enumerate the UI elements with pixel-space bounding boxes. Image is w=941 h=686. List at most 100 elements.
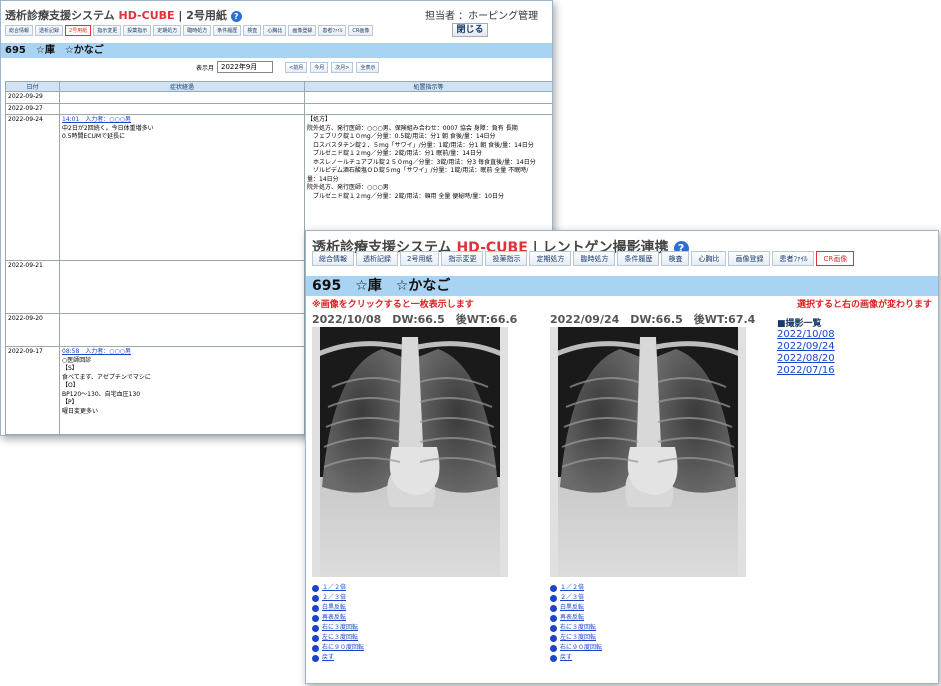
- progress-line: 中2日が2回続く。今日体重増多い: [62, 124, 154, 132]
- image-control-link[interactable]: ２／３倍: [312, 593, 364, 603]
- nav-tab[interactable]: 投薬指示: [123, 25, 152, 36]
- select-notice: 選択すると右の画像が変わります: [796, 300, 932, 310]
- table-row: 2022-09-29: [5, 91, 552, 104]
- order-line: ゾルピデム酒石酸塩ＯＤ錠５mg「サワイ」/分量：1錠/用法：眠前 全量 不眠時/: [307, 167, 529, 174]
- show-all-button[interactable]: 全表示: [356, 61, 380, 73]
- image-control-link[interactable]: ２／３倍: [550, 593, 602, 603]
- help-icon[interactable]: ?: [230, 10, 242, 22]
- nav-tab[interactable]: 画像登録: [288, 25, 317, 36]
- nav-tab[interactable]: 条件履歴: [617, 251, 660, 266]
- this-month-button[interactable]: 今月: [310, 61, 329, 73]
- nav-tab[interactable]: 指示変更: [93, 25, 122, 36]
- nav-tab[interactable]: 2号用紙: [65, 25, 92, 36]
- image-control-label: 戻す: [322, 654, 335, 661]
- nav-tab[interactable]: 指示変更: [441, 251, 484, 266]
- nav-tab[interactable]: 投薬指示: [485, 251, 528, 266]
- image-control-link[interactable]: 右に９０度回転: [550, 643, 602, 653]
- bullet-icon: [550, 604, 557, 612]
- image1-controls: １／２倍 ２／３倍白黒反転再表反転 右に３度回転 左に３度回転 右に９０度回転 戻す: [312, 583, 364, 663]
- month-input[interactable]: 2022年9月: [217, 61, 274, 73]
- image-control-link[interactable]: 右に３度回転: [550, 623, 602, 633]
- image-control-link[interactable]: 再表反転: [312, 613, 364, 623]
- nav-tab[interactable]: 検査: [661, 251, 690, 266]
- close-button[interactable]: 閉じる: [452, 23, 488, 37]
- prev-month-button[interactable]: <前月: [285, 61, 308, 73]
- nav-tab[interactable]: 臨時処方: [183, 25, 212, 36]
- image-click-notice: ※画像をクリックすると一枚表示します: [312, 300, 474, 310]
- progress-line: ○医師回診: [62, 356, 92, 364]
- row-orders: [304, 91, 552, 104]
- nav-tab[interactable]: 定期処方: [153, 25, 182, 36]
- nav-tab[interactable]: 患者ﾌｧｲﾙ: [772, 251, 815, 266]
- entry-link[interactable]: 08:58 入力者：○○○男: [62, 348, 302, 357]
- nav-tab[interactable]: 画像登録: [728, 251, 771, 266]
- bullet-icon: [550, 634, 557, 642]
- nav-tab[interactable]: 心胸比: [263, 25, 287, 36]
- nav-tab[interactable]: CR画像: [816, 251, 855, 266]
- next-month-button[interactable]: 次月>: [331, 61, 354, 73]
- progress-line: BP120～130、自宅血圧130: [62, 390, 141, 398]
- row-date: 2022-09-20: [5, 313, 60, 347]
- image-control-label: 左に３度回転: [322, 634, 359, 641]
- row-progress: [59, 91, 305, 104]
- image-control-label: 再表反転: [560, 614, 585, 621]
- order-line: 【処方】: [307, 116, 332, 123]
- nav-tab[interactable]: 透析記録: [35, 25, 64, 36]
- image-control-link[interactable]: 再表反転: [550, 613, 602, 623]
- nav-tab[interactable]: 総合情報: [312, 251, 354, 266]
- image-control-label: ２／３倍: [322, 594, 347, 601]
- image-control-link[interactable]: 右に９０度回転: [312, 643, 364, 653]
- nav-tab[interactable]: 条件履歴: [213, 25, 242, 36]
- nav-tab[interactable]: 定期処方: [529, 251, 572, 266]
- history-date-link[interactable]: 2022/08/20: [777, 353, 835, 365]
- order-line: 院外処方、発行医師：○○○男: [307, 184, 389, 191]
- nav-tab[interactable]: 透析記録: [356, 251, 398, 266]
- image-control-label: 左に３度回転: [560, 634, 597, 641]
- xray-image-1[interactable]: [312, 327, 508, 577]
- image-control-link[interactable]: 右に３度回転: [312, 623, 364, 633]
- image-control-link[interactable]: 戻す: [550, 653, 602, 663]
- image-control-link[interactable]: 左に３度回転: [550, 633, 602, 643]
- image-control-link[interactable]: １／２倍: [550, 583, 602, 593]
- image-control-label: 白黒反転: [322, 604, 347, 611]
- nav-tab[interactable]: 臨時処方: [573, 251, 616, 266]
- bullet-icon: [312, 604, 319, 612]
- history-date-link[interactable]: 2022/07/16: [777, 365, 835, 377]
- month-label: 表示月: [196, 64, 215, 72]
- image-control-link[interactable]: 白黒反転: [550, 603, 602, 613]
- nav-tab[interactable]: 心胸比: [691, 251, 727, 266]
- image-control-link[interactable]: １／２倍: [312, 583, 364, 593]
- image-control-link[interactable]: 白黒反転: [312, 603, 364, 613]
- order-line: 院外処方、発行医師：○○○男、保険組み合わせ：0007 協会 身障：負有 長期: [307, 124, 518, 132]
- image-control-link[interactable]: 戻す: [312, 653, 364, 663]
- nav-tab[interactable]: 患者ﾌｧｲﾙ: [318, 25, 347, 36]
- bullet-icon: [312, 614, 319, 622]
- bullet-icon: [550, 654, 557, 662]
- xray-image-2[interactable]: [550, 327, 746, 577]
- progress-line: 【S】: [62, 365, 78, 372]
- bullet-icon: [550, 644, 557, 652]
- xray-window: 透析診療支援システム HD-CUBE | レントゲン撮影連携 ? 総合情報 透析記…: [305, 230, 939, 684]
- bullet-icon: [312, 644, 319, 652]
- row-date: 2022-09-17: [5, 346, 60, 435]
- history-date-link[interactable]: 2022/10/08: [777, 329, 835, 341]
- image-control-link[interactable]: 左に３度回転: [312, 633, 364, 643]
- image-control-label: ２／３倍: [560, 594, 585, 601]
- image-control-label: １／２倍: [322, 584, 347, 591]
- nav-tab[interactable]: 検査: [243, 25, 262, 36]
- nav-tab[interactable]: 2号用紙: [400, 251, 440, 266]
- history-date-link[interactable]: 2022/09/24: [777, 341, 835, 353]
- image-control-label: 白黒反転: [560, 604, 585, 611]
- header-date: 日付: [5, 81, 60, 92]
- nav-tabs: 総合情報 透析記録 2号用紙 指示変更 投薬指示 定期処方 臨時処方 条件履歴 検査 心胸比 画像登…: [5, 25, 374, 36]
- brand-name: HD-CUBE: [118, 9, 175, 22]
- row-orders: [304, 102, 552, 115]
- bullet-icon: [312, 584, 319, 592]
- nav-tab[interactable]: 総合情報: [5, 25, 34, 36]
- entry-link[interactable]: 14:01 入力者：○○○男: [62, 116, 302, 125]
- bullet-icon: [312, 654, 319, 662]
- image-control-label: 戻す: [560, 654, 573, 661]
- bullet-icon: [312, 594, 319, 602]
- nav-tab[interactable]: CR画像: [348, 25, 374, 36]
- order-line: ブルゼニド錠１２mg／分量：2錠/用法：分1 眠前/量：14日分: [307, 150, 482, 157]
